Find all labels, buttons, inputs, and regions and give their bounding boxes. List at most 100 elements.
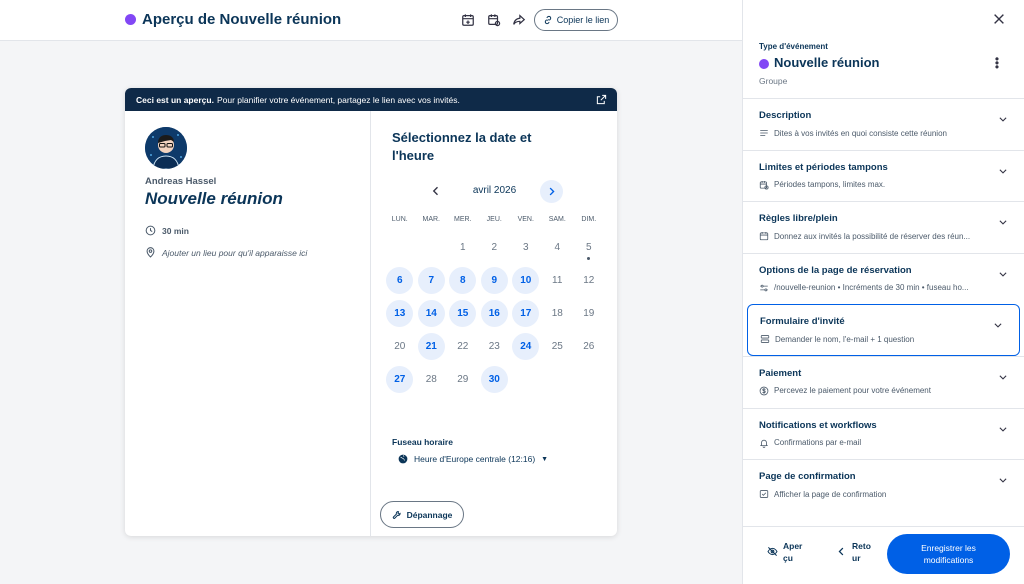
caret-down-icon: ▼ xyxy=(541,455,549,463)
host-name: Andreas Hassel xyxy=(145,176,217,187)
event-color-dot xyxy=(759,59,769,69)
troubleshoot-label: Dépannage xyxy=(406,509,453,520)
calendar-day-available[interactable]: 8 xyxy=(447,264,479,297)
back-button[interactable]: Retour xyxy=(836,540,876,564)
banner-bold-text: Ceci est un aperçu. xyxy=(136,94,214,105)
day-number: 20 xyxy=(394,341,406,352)
settings-section[interactable]: Formulaire d'invité Demander le nom, l'e-… xyxy=(747,304,1020,356)
day-number: 24 xyxy=(512,333,540,360)
calendar-day-available[interactable]: 16 xyxy=(479,297,511,330)
settings-section[interactable]: Limites et périodes tampons Périodes tamp… xyxy=(743,149,1024,202)
settings-section[interactable]: Règles libre/plein Donnez aux invités la … xyxy=(743,201,1024,253)
calendar-day-available[interactable]: 15 xyxy=(447,297,479,330)
chevron-down-icon[interactable] xyxy=(998,369,1008,380)
day-number: 19 xyxy=(583,308,595,319)
calendar-day-available[interactable]: 21 xyxy=(416,330,448,363)
event-kind: Groupe xyxy=(759,76,788,86)
section-summary-text: Périodes tampons, limites max. xyxy=(774,180,886,190)
calendar-day: 3 xyxy=(510,231,542,264)
section-summary: Percevez le paiement pour votre événemen… xyxy=(759,386,991,396)
weekday-label: VEN. xyxy=(517,216,534,223)
next-month-button[interactable] xyxy=(540,180,563,203)
date-time-column: Sélectionnez la date et l'heure avril 20… xyxy=(372,111,617,536)
section-title: Paiement xyxy=(759,367,802,379)
day-number: 7 xyxy=(417,267,445,294)
event-type-label: Type d'événement xyxy=(759,42,828,51)
preview-banner: Ceci est un aperçu. Pour planifier votre… xyxy=(125,88,617,111)
calendar-day-available[interactable]: 7 xyxy=(416,264,448,297)
day-number: 26 xyxy=(583,341,595,352)
chevron-down-icon[interactable] xyxy=(998,163,1008,174)
more-options-icon[interactable]: • • • xyxy=(992,53,1002,73)
previous-month-button[interactable] xyxy=(430,185,442,200)
event-duration: 30 min xyxy=(145,225,189,236)
chevron-down-icon[interactable] xyxy=(998,111,1008,122)
chevron-right-icon xyxy=(549,187,555,196)
save-changes-button[interactable]: Enregistrer les modifications xyxy=(887,534,1010,574)
calendar-day-available[interactable]: 14 xyxy=(416,297,448,330)
chevron-down-icon[interactable] xyxy=(993,317,1003,329)
day-number: 23 xyxy=(488,341,500,352)
day-number: 22 xyxy=(457,341,469,352)
chevron-down-icon[interactable] xyxy=(998,214,1008,225)
calendar-add-icon[interactable] xyxy=(461,13,475,27)
calendar-day: 28 xyxy=(416,363,448,396)
troubleshoot-button[interactable]: Dépannage xyxy=(380,501,464,528)
calendar-day-available[interactable]: 17 xyxy=(510,297,542,330)
settings-section[interactable]: Notifications et workflows Confirmations … xyxy=(743,407,1024,460)
calendar-day-available[interactable]: 6 xyxy=(384,264,416,297)
calendar-day: 12 xyxy=(573,264,605,297)
calendar-day: 23 xyxy=(479,330,511,363)
calendar-day-available[interactable]: 24 xyxy=(510,330,542,363)
location-hint: Ajouter un lieu pour qu'il apparaisse ic… xyxy=(162,247,308,258)
globe-icon xyxy=(398,454,408,464)
day-number: 27 xyxy=(386,366,414,393)
day-number: 9 xyxy=(480,267,508,294)
section-summary: Dites à vos invités en quoi consiste cet… xyxy=(759,128,991,138)
calendar-day-available[interactable]: 30 xyxy=(479,363,511,396)
settings-section[interactable]: Paiement Percevez le paiement pour votre … xyxy=(743,355,1024,408)
day-number: 16 xyxy=(480,300,508,327)
calendar-day-available[interactable]: 27 xyxy=(384,363,416,396)
calendar-day: 19 xyxy=(573,297,605,330)
location-pin-icon xyxy=(146,247,155,258)
section-summary-text: Demander le nom, l'e-mail + 1 question xyxy=(775,334,915,344)
day-number: 13 xyxy=(386,300,414,327)
calendar-settings-icon[interactable] xyxy=(487,13,501,27)
chevron-down-icon[interactable] xyxy=(998,266,1008,277)
settings-sections: Description Dites à vos invités en quoi c… xyxy=(743,98,1024,511)
copy-link-button[interactable]: Copier le lien xyxy=(534,9,618,31)
wrench-icon xyxy=(392,510,401,519)
day-number: 12 xyxy=(583,275,595,286)
day-number: 18 xyxy=(551,308,563,319)
external-link-icon[interactable] xyxy=(596,94,607,105)
section-summary-text: Confirmations par e-mail xyxy=(774,438,862,448)
section-summary-text: Percevez le paiement pour votre événemen… xyxy=(774,386,931,396)
day-number: 3 xyxy=(522,242,529,253)
page-title: Aperçu de Nouvelle réunion xyxy=(142,11,342,28)
day-number: 4 xyxy=(554,242,561,253)
chevron-down-icon[interactable] xyxy=(998,421,1008,432)
section-summary-text: Dites à vos invités en quoi consiste cet… xyxy=(774,128,947,138)
preview-button[interactable]: Aperçu xyxy=(767,540,817,564)
section-summary: /nouvelle-reunion • Incréments de 30 min… xyxy=(759,283,991,293)
settings-section[interactable]: Description Dites à vos invités en quoi c… xyxy=(743,98,1024,150)
calendar-day-available[interactable]: 10 xyxy=(510,264,542,297)
timezone-value: Heure d'Europe centrale (12:16) xyxy=(414,454,536,464)
form-icon xyxy=(760,335,770,344)
share-icon[interactable] xyxy=(512,13,526,27)
close-icon[interactable] xyxy=(992,12,1006,26)
calendar-day-available[interactable]: 13 xyxy=(384,297,416,330)
event-name: Nouvelle réunion xyxy=(145,189,283,208)
calendar-day-available[interactable]: 9 xyxy=(479,264,511,297)
settings-section[interactable]: Options de la page de réservation/nouvel… xyxy=(743,252,1024,305)
calendar-day: 4 xyxy=(542,231,574,264)
duration-text: 30 min xyxy=(162,225,189,236)
chevron-down-icon[interactable] xyxy=(998,472,1008,483)
timezone-selector[interactable]: Heure d'Europe centrale (12:16) ▼ xyxy=(398,454,548,464)
bell-icon xyxy=(760,439,768,448)
settings-section[interactable]: Page de confirmation Afficher la page de … xyxy=(743,459,1024,511)
panel-footer: Aperçu Retour Enregistrer les modificati… xyxy=(743,526,1024,584)
host-avatar xyxy=(145,127,187,169)
day-number: 2 xyxy=(491,242,498,253)
